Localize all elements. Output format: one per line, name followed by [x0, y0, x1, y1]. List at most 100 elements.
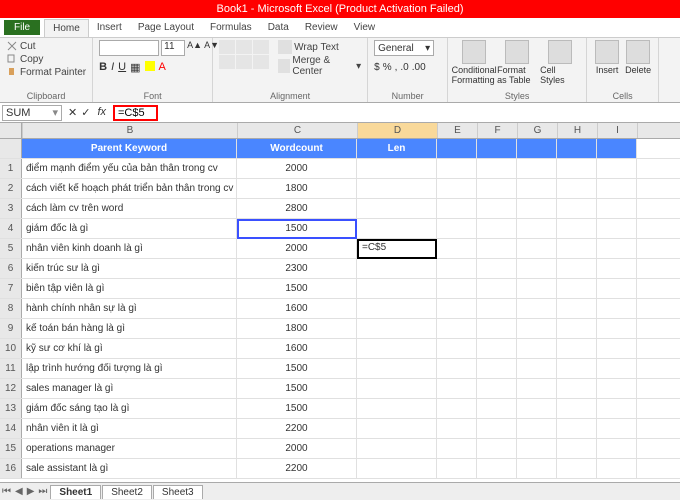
tab-formulas[interactable]: Formulas — [202, 19, 260, 36]
col-header-b[interactable]: B — [23, 123, 238, 138]
cell-c[interactable]: 2800 — [237, 199, 357, 218]
format-painter-button[interactable]: Format Painter — [6, 66, 86, 78]
percent-button[interactable]: % — [383, 62, 392, 73]
cell[interactable] — [557, 159, 597, 178]
cell[interactable] — [557, 439, 597, 458]
file-tab[interactable]: File — [4, 20, 40, 35]
increase-decimal-button[interactable]: .0 — [400, 62, 408, 73]
row-header[interactable]: 13 — [0, 399, 22, 418]
cell[interactable] — [437, 359, 477, 378]
cell[interactable] — [557, 399, 597, 418]
cell[interactable] — [517, 159, 557, 178]
font-color-button[interactable]: A — [159, 61, 166, 74]
cell-c[interactable]: 2000 — [237, 439, 357, 458]
col-header-c[interactable]: C — [238, 123, 358, 138]
cell[interactable] — [477, 159, 517, 178]
cell[interactable] — [477, 419, 517, 438]
cell[interactable] — [517, 439, 557, 458]
cell-d[interactable] — [357, 299, 437, 318]
cell[interactable] — [557, 419, 597, 438]
col-header-i[interactable]: I — [598, 123, 638, 138]
cell-d[interactable] — [357, 319, 437, 338]
cell[interactable] — [477, 299, 517, 318]
header-cell-c[interactable]: Wordcount — [237, 139, 357, 158]
fill-color-button[interactable] — [145, 61, 155, 71]
cell[interactable] — [597, 199, 637, 218]
row-header[interactable]: 10 — [0, 339, 22, 358]
row-header[interactable]: 5 — [0, 239, 22, 258]
cell[interactable] — [597, 159, 637, 178]
cell-b[interactable]: cách làm cv trên word — [22, 199, 237, 218]
cell-b[interactable]: lập trình hướng đối tượng là gì — [22, 359, 237, 378]
cell-b[interactable]: biên tập viên là gì — [22, 279, 237, 298]
cell[interactable] — [557, 219, 597, 238]
cell-c[interactable]: 2000 — [237, 159, 357, 178]
cell[interactable] — [597, 339, 637, 358]
cell[interactable] — [437, 199, 477, 218]
row-header[interactable]: 15 — [0, 439, 22, 458]
cell[interactable] — [517, 239, 557, 258]
row-header[interactable]: 1 — [0, 159, 22, 178]
cell[interactable] — [517, 379, 557, 398]
redo-icon[interactable] — [34, 2, 46, 14]
cell-c[interactable]: 2200 — [237, 459, 357, 478]
cell-styles-button[interactable]: Cell Styles — [540, 40, 580, 85]
cell-d[interactable] — [357, 359, 437, 378]
cell[interactable] — [597, 179, 637, 198]
cell[interactable] — [597, 259, 637, 278]
cell-c[interactable]: 2200 — [237, 419, 357, 438]
cell[interactable] — [597, 219, 637, 238]
cell-d[interactable] — [357, 459, 437, 478]
cell-b[interactable]: nhân viên it là gì — [22, 419, 237, 438]
number-format-select[interactable]: General▾ — [374, 40, 434, 56]
row-header[interactable]: 4 — [0, 219, 22, 238]
save-icon[interactable] — [4, 2, 16, 14]
cell[interactable] — [557, 239, 597, 258]
cell[interactable] — [597, 419, 637, 438]
sheet-tab-1[interactable]: Sheet1 — [50, 485, 101, 499]
cell[interactable] — [557, 139, 597, 158]
col-header-e[interactable]: E — [438, 123, 478, 138]
cell-c[interactable]: 2300 — [237, 259, 357, 278]
formula-input[interactable]: =C$5 — [113, 105, 158, 121]
alignment-grid[interactable] — [219, 40, 269, 69]
cell-b[interactable]: giám đốc sáng tạo là gì — [22, 399, 237, 418]
sheet-tab-2[interactable]: Sheet2 — [102, 485, 152, 499]
cell[interactable] — [517, 299, 557, 318]
cell-c[interactable]: 1500 — [237, 399, 357, 418]
row-header[interactable]: 6 — [0, 259, 22, 278]
cell-c[interactable]: 1500 — [237, 279, 357, 298]
cell[interactable] — [597, 299, 637, 318]
cell-c[interactable]: 2000 — [237, 239, 357, 258]
cell-b[interactable]: sales manager là gì — [22, 379, 237, 398]
row-header[interactable]: 14 — [0, 419, 22, 438]
border-button[interactable]: ▦ — [130, 61, 140, 74]
cell-d[interactable] — [357, 259, 437, 278]
cell[interactable] — [557, 379, 597, 398]
cell[interactable] — [517, 339, 557, 358]
merge-center-button[interactable]: Merge & Center ▾ — [278, 55, 361, 77]
cell[interactable] — [437, 159, 477, 178]
cell[interactable] — [437, 339, 477, 358]
row-header[interactable]: 8 — [0, 299, 22, 318]
tab-home[interactable]: Home — [44, 19, 89, 37]
cell[interactable] — [437, 459, 477, 478]
cell-b[interactable]: hành chính nhân sự là gì — [22, 299, 237, 318]
tab-data[interactable]: Data — [260, 19, 297, 36]
cell[interactable] — [597, 359, 637, 378]
comma-button[interactable]: , — [395, 62, 398, 73]
cell[interactable] — [557, 459, 597, 478]
cell[interactable] — [437, 299, 477, 318]
cell-c[interactable]: 1800 — [237, 179, 357, 198]
font-size-select[interactable]: 11 — [161, 40, 185, 56]
cell[interactable] — [517, 179, 557, 198]
cell[interactable] — [597, 399, 637, 418]
row-header[interactable]: 9 — [0, 319, 22, 338]
decrease-decimal-button[interactable]: .00 — [412, 62, 426, 73]
cell-d[interactable] — [357, 159, 437, 178]
cell[interactable] — [437, 219, 477, 238]
row-header[interactable] — [0, 139, 22, 158]
cell[interactable] — [477, 439, 517, 458]
cell-d[interactable] — [357, 379, 437, 398]
row-header[interactable]: 7 — [0, 279, 22, 298]
